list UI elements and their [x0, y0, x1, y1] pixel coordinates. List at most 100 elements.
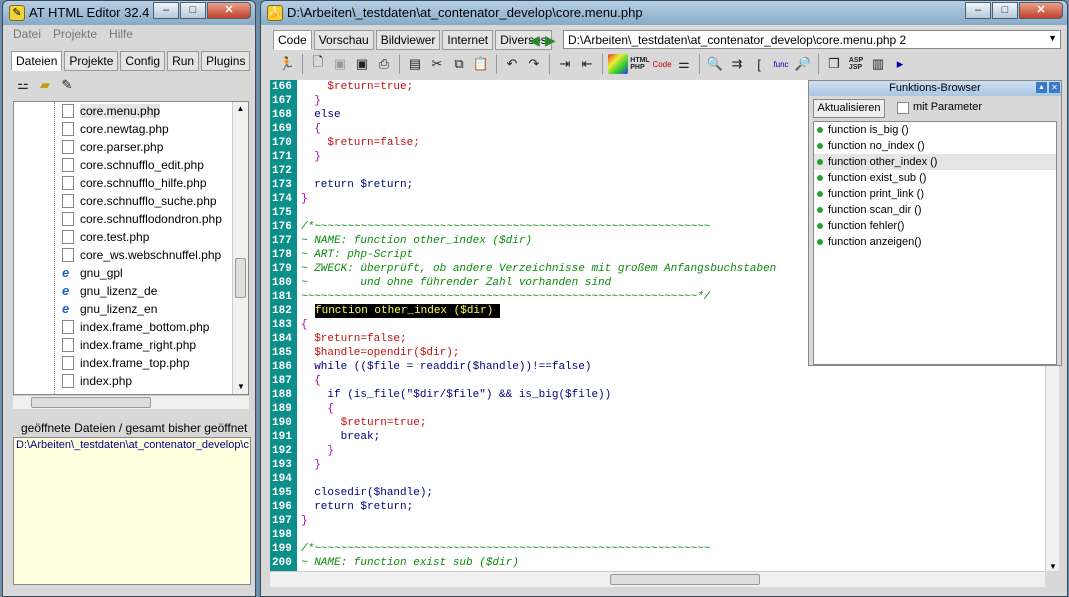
file-tree-item[interactable]: core.schnufflo_hilfe.php	[14, 174, 248, 192]
maximize-button[interactable]: □	[180, 2, 206, 19]
function-list-item[interactable]: function fehler()	[814, 218, 1056, 234]
windows-icon[interactable]: ❐	[824, 54, 844, 74]
tab-code[interactable]: Code	[273, 30, 312, 50]
file-tree[interactable]: core.menu.php core.newtag.php core.parser.…	[13, 101, 249, 395]
goto-icon[interactable]: ⇉	[727, 54, 747, 74]
edit-file-icon[interactable]: ✎	[57, 75, 77, 95]
file-tree-item[interactable]: core.schnufflo_suche.php	[14, 192, 248, 210]
tab-diverses[interactable]: Diverses	[495, 30, 552, 50]
bracket-icon[interactable]: [	[749, 54, 769, 74]
save-disabled-icon[interactable]: ▣	[330, 54, 350, 74]
file-path-select[interactable]: D:\Arbeiten\_testdaten\at_contenator_dev…	[563, 30, 1061, 49]
function-list-item[interactable]: function is_big ()	[814, 122, 1056, 138]
new-file-icon[interactable]: 🗋	[308, 54, 328, 74]
file-tree-item[interactable]: index.frame_top.php	[14, 354, 248, 372]
function-list-item[interactable]: function print_link ()	[814, 186, 1056, 202]
code-line[interactable]: 192 }	[270, 444, 1055, 458]
function-list-item[interactable]: function other_index ()	[814, 154, 1056, 170]
function-list[interactable]: function is_big () function no_index () fu…	[813, 121, 1057, 365]
scroll-down-arrow[interactable]: ▼	[233, 380, 248, 394]
file-tree-item[interactable]: index.php	[14, 372, 248, 390]
code-line[interactable]: 188 if (is_file("$dir/$file") && is_big(…	[270, 388, 1055, 402]
menu-hilfe[interactable]: Hilfe	[109, 27, 133, 45]
search-replace-icon[interactable]: 🔍	[705, 54, 725, 74]
code-line[interactable]: 198	[270, 528, 1055, 542]
cut-icon[interactable]: ✂	[427, 54, 447, 74]
scroll-up-arrow[interactable]: ▲	[233, 102, 248, 116]
run-icon[interactable]: 🏃	[277, 54, 297, 74]
copy-icon[interactable]: ⧉	[449, 54, 469, 74]
menu-datei[interactable]: Datei	[13, 27, 41, 45]
document-icon[interactable]: ▤	[405, 54, 425, 74]
tab-vorschau[interactable]: Vorschau	[313, 30, 374, 50]
tree-icon[interactable]: ⚍	[13, 75, 33, 95]
function-list-item[interactable]: function no_index ()	[814, 138, 1056, 154]
find-icon[interactable]: 🔎	[793, 54, 813, 74]
file-tree-item[interactable]: core.menu.php	[14, 102, 248, 120]
paste-icon[interactable]: 📋	[471, 54, 491, 74]
file-scrollbar-vertical[interactable]: ▲ ▼	[232, 102, 248, 394]
editor-minimize-button[interactable]: –	[965, 2, 991, 19]
function-list-item[interactable]: function scan_dir ()	[814, 202, 1056, 218]
file-tree-item[interactable]: core.schnufflo_edit.php	[14, 156, 248, 174]
menu-projekte[interactable]: Projekte	[53, 27, 97, 45]
function-search-icon[interactable]: func	[771, 54, 791, 74]
editor-scroll-down-arrow[interactable]: ▼	[1046, 562, 1060, 571]
folder-icon[interactable]: ▰	[35, 75, 55, 95]
file-tree-item[interactable]: core_ws.webschnuffel.php	[14, 246, 248, 264]
code-line[interactable]: 196 return $return;	[270, 500, 1055, 514]
nav-forward-icon[interactable]: ▶	[545, 32, 556, 49]
tab-config[interactable]: Config	[120, 51, 166, 71]
tab-plugins[interactable]: Plugins	[201, 51, 251, 71]
code-line[interactable]: 195 closedir($handle);	[270, 486, 1055, 500]
editor-titlebar[interactable]: 🍌 D:\Arbeiten\_testdaten\at_contenator_d…	[261, 1, 1067, 25]
file-tree-item[interactable]: index.frame_right.php	[14, 336, 248, 354]
minimize-button[interactable]: –	[153, 2, 179, 19]
save-icon[interactable]: ▣	[352, 54, 372, 74]
file-tree-item[interactable]: e gnu_lizenz_en	[14, 300, 248, 318]
editor-maximize-button[interactable]: □	[992, 2, 1018, 19]
code-snippets-icon[interactable]: Code	[652, 54, 672, 74]
print-icon[interactable]: ⎙	[374, 54, 394, 74]
code-line[interactable]: 187 {	[270, 374, 1055, 388]
asp-jsp-icon[interactable]: ASP JSP	[846, 54, 866, 74]
tab-bildviewer[interactable]: Bildviewer	[375, 30, 441, 50]
code-line[interactable]: 189 {	[270, 402, 1055, 416]
undo-icon[interactable]: ↶	[502, 54, 522, 74]
editor-scrollbar-horizontal[interactable]	[270, 571, 1045, 587]
panel-close-icon[interactable]: ✕	[1049, 82, 1060, 93]
code-line[interactable]: 197}	[270, 514, 1055, 528]
panel-up-icon[interactable]: ▲	[1036, 82, 1047, 93]
code-line[interactable]: 194	[270, 472, 1055, 486]
tree-structure-icon[interactable]: ⚌	[674, 54, 694, 74]
indent-icon[interactable]: ⇥	[555, 54, 575, 74]
function-list-item[interactable]: function anzeigen()	[814, 234, 1056, 250]
hscroll-thumb[interactable]	[31, 397, 151, 408]
chevron-down-icon[interactable]: ▼	[1048, 33, 1057, 43]
file-tree-item[interactable]: e gnu_lizenz_de	[14, 282, 248, 300]
nav-back-icon[interactable]: ◀	[529, 32, 540, 49]
scroll-thumb[interactable]	[235, 258, 246, 298]
panel-toggle-icon[interactable]: ▥	[868, 54, 888, 74]
close-button[interactable]: ✕	[207, 2, 251, 19]
opened-file-path[interactable]: D:\Arbeiten\_testdaten\at_contenator_dev…	[14, 438, 250, 452]
tab-run[interactable]: Run	[167, 51, 200, 71]
code-line[interactable]: 193 }	[270, 458, 1055, 472]
tab-internet[interactable]: Internet	[442, 30, 494, 50]
file-tree-item[interactable]: index.frame_bottom.php	[14, 318, 248, 336]
param-checkbox[interactable]	[897, 102, 909, 114]
outdent-icon[interactable]: ⇤	[577, 54, 597, 74]
html-php-basic-icon[interactable]: HTML PHP	[630, 54, 650, 74]
file-tree-item[interactable]: core.newtag.php	[14, 120, 248, 138]
file-tree-item[interactable]: core.test.php	[14, 228, 248, 246]
tab-dateien[interactable]: Dateien	[11, 51, 63, 71]
file-tree-item[interactable]: core.schnufflodondron.php	[14, 210, 248, 228]
file-tree-item[interactable]: core.parser.php	[14, 138, 248, 156]
color-picker-icon[interactable]	[608, 54, 628, 74]
function-list-item[interactable]: function exist_sub ()	[814, 170, 1056, 186]
refresh-button[interactable]: Aktualisieren	[813, 99, 885, 118]
code-line[interactable]: 200 ~ NAME: function exist sub ($dir)	[270, 556, 1055, 570]
editor-close-button[interactable]: ✕	[1019, 2, 1063, 19]
code-line[interactable]: 190 $return=true;	[270, 416, 1055, 430]
file-scrollbar-horizontal[interactable]	[13, 395, 249, 409]
